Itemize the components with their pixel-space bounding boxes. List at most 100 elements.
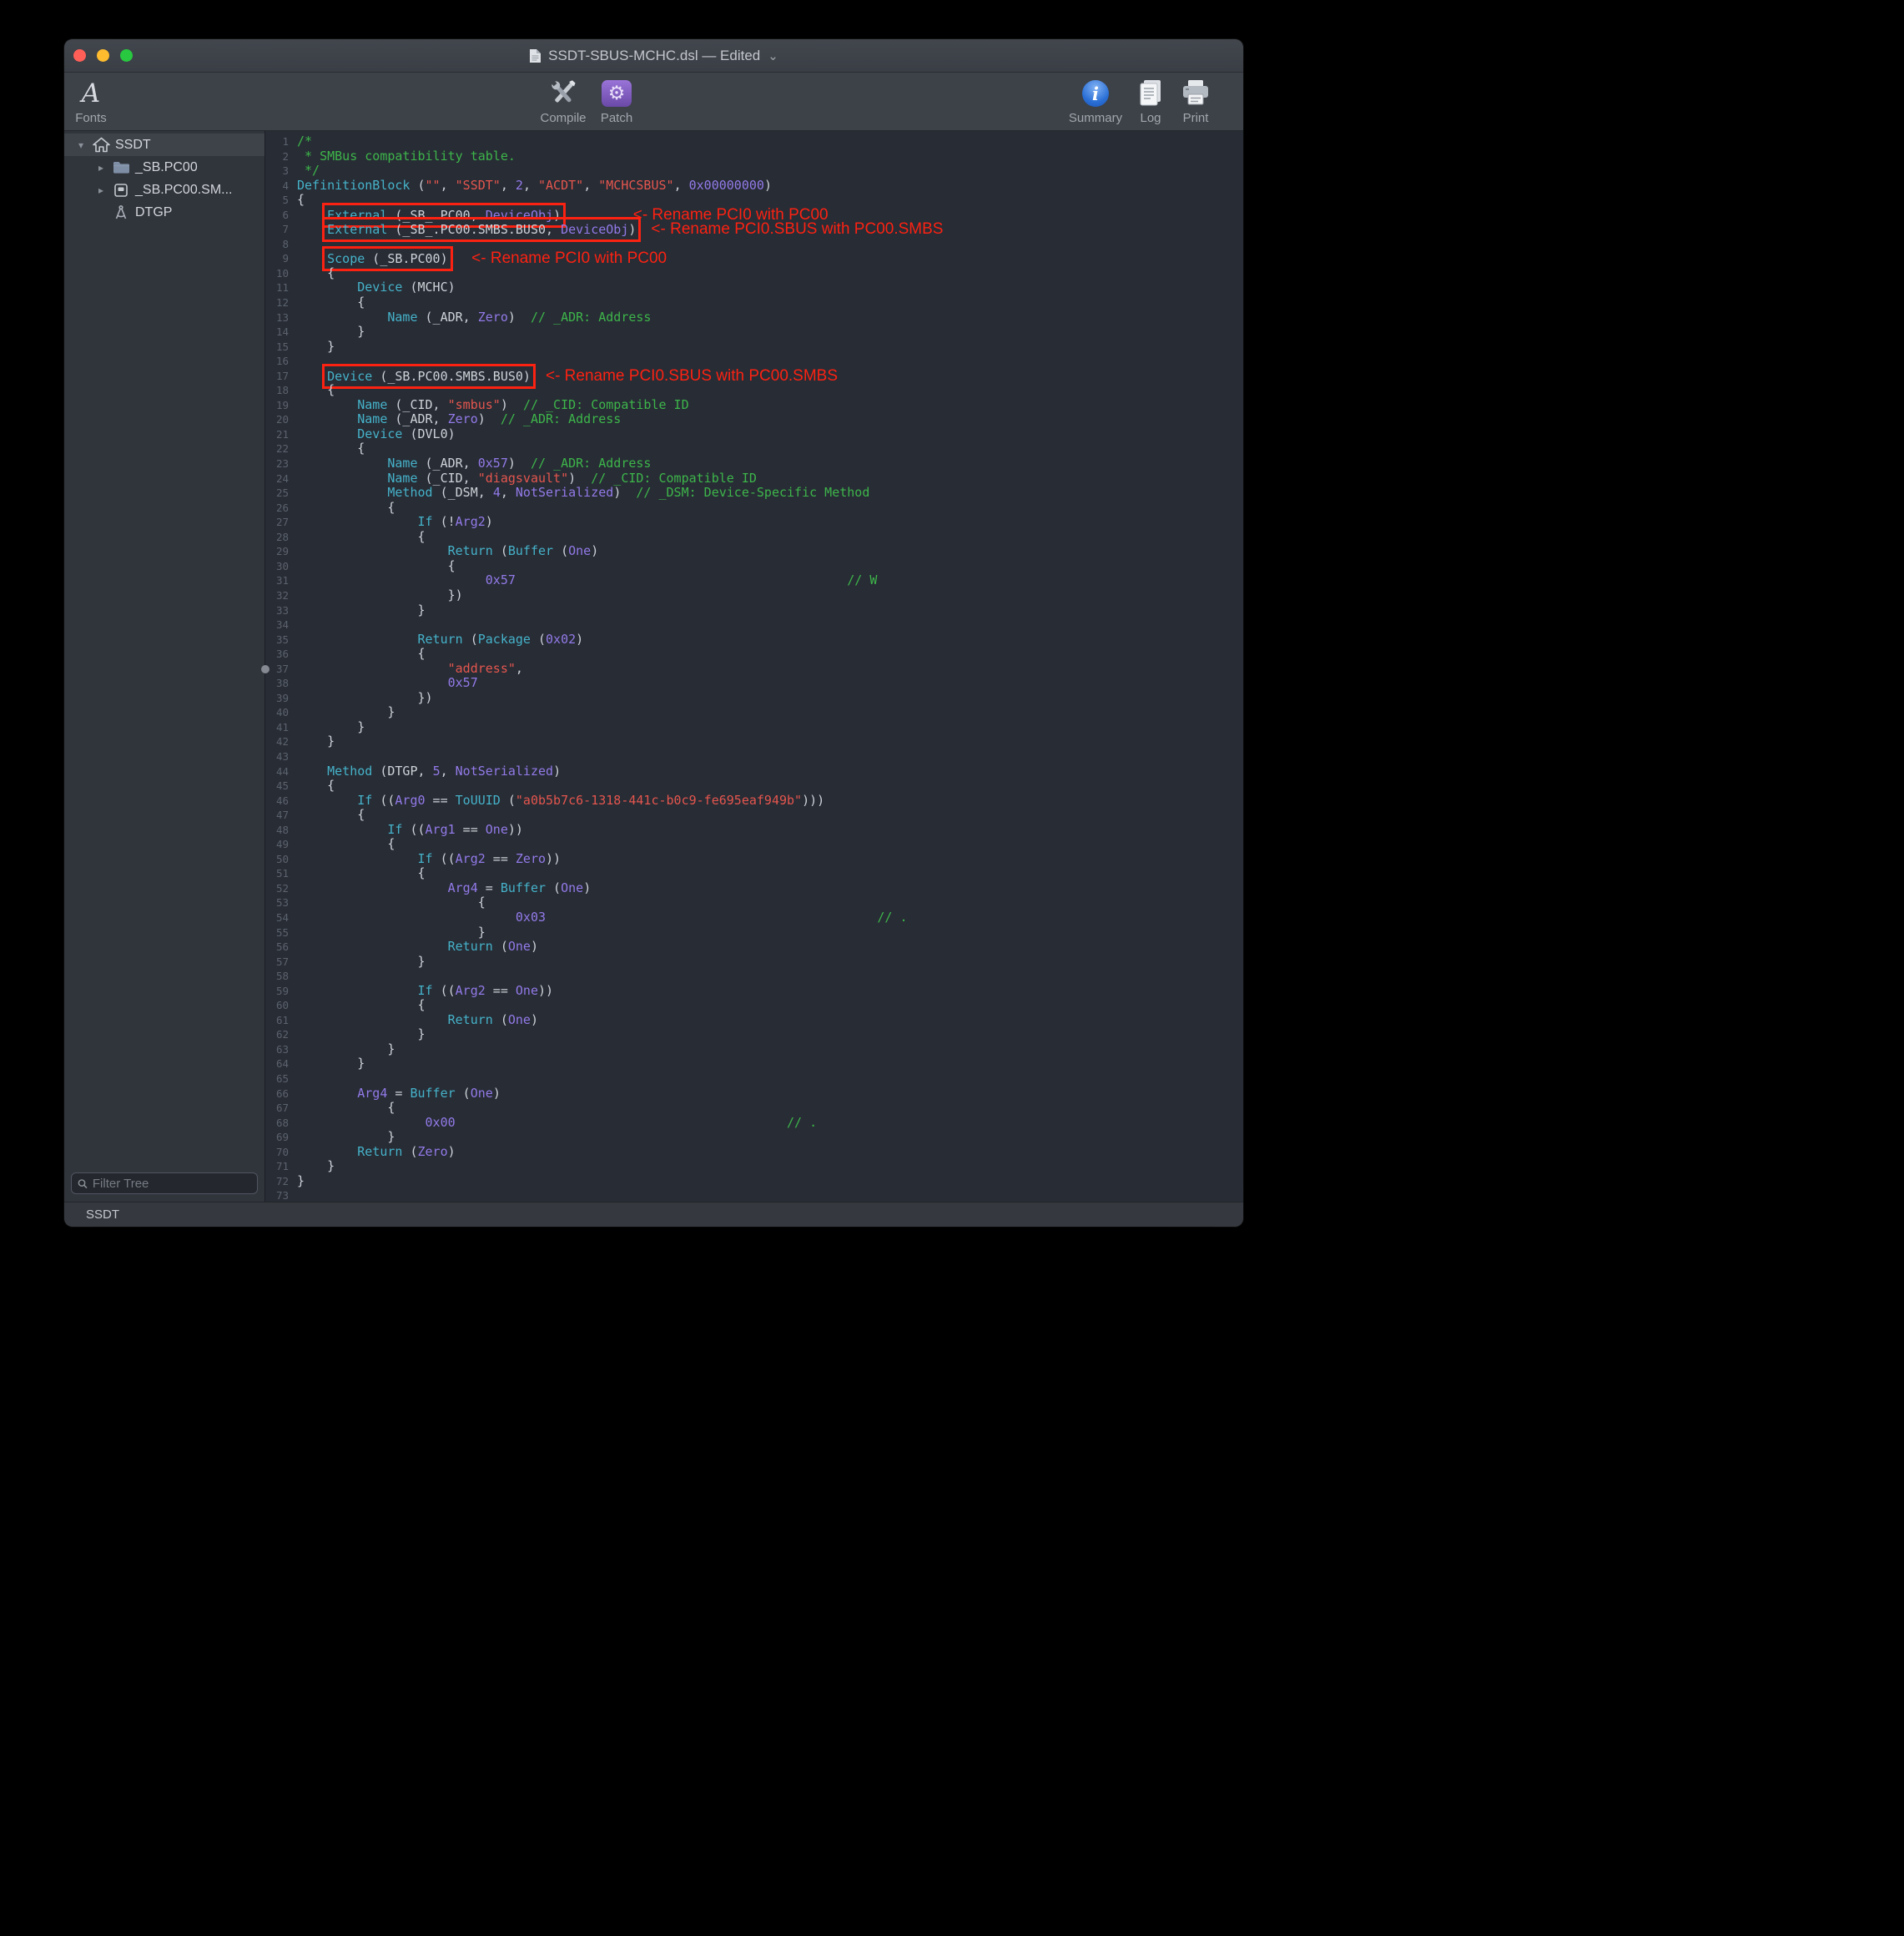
code-text: External (_SB_.PC00.SMBS.BUS0, DeviceObj… bbox=[289, 222, 943, 237]
code-line: 32 }) bbox=[265, 588, 1243, 603]
line-number: 5 bbox=[265, 193, 289, 208]
code-line: 48 If ((Arg1 == One)) bbox=[265, 823, 1243, 838]
line-number: 60 bbox=[265, 998, 289, 1013]
code-text: 0x57 // W bbox=[289, 573, 877, 588]
line-number: 20 bbox=[265, 412, 289, 427]
line-number: 48 bbox=[265, 823, 289, 838]
code-text: Arg4 = Buffer (One) bbox=[289, 881, 591, 896]
sidebar-item--sb-pc00[interactable]: ▸_SB.PC00 bbox=[64, 156, 264, 179]
line-number: 33 bbox=[265, 603, 289, 618]
code-text: Name (_ADR, 0x57) // _ADR: Address bbox=[289, 456, 651, 471]
log-label: Log bbox=[1140, 111, 1161, 125]
line-number: 15 bbox=[265, 340, 289, 355]
maciasl-window: SSDT-SBUS-MCHC.dsl — Edited ⌄ A Fonts bbox=[64, 39, 1243, 1227]
line-number: 47 bbox=[265, 808, 289, 823]
code-line: 57 } bbox=[265, 955, 1243, 970]
rename-highlight-box: External (_SB_.PC00.SMBS.BUS0, DeviceObj… bbox=[327, 222, 636, 237]
sidebar-item-dtgp[interactable]: DTGP bbox=[64, 201, 264, 224]
disclosure-triangle-icon[interactable]: ▸ bbox=[93, 184, 109, 196]
line-number: 11 bbox=[265, 280, 289, 295]
line-number: 56 bbox=[265, 940, 289, 955]
disclosure-triangle-icon[interactable]: ▾ bbox=[73, 139, 89, 151]
code-text bbox=[289, 1188, 297, 1202]
line-number: 54 bbox=[265, 910, 289, 925]
rename-annotation: <- Rename PCI0.SBUS with PC00.SMBS bbox=[546, 367, 838, 385]
line-number: 50 bbox=[265, 852, 289, 867]
code-line: 55 } bbox=[265, 925, 1243, 940]
line-number: 19 bbox=[265, 398, 289, 413]
code-text: 0x03 // . bbox=[289, 910, 908, 925]
line-number: 58 bbox=[265, 969, 289, 984]
code-line: 72} bbox=[265, 1174, 1243, 1189]
code-text: 0x57 bbox=[289, 676, 478, 691]
summary-button[interactable]: i Summary bbox=[1062, 77, 1129, 125]
line-number: 32 bbox=[265, 588, 289, 603]
line-number: 8 bbox=[265, 237, 289, 252]
patch-button[interactable]: ⚙ Patch bbox=[593, 77, 640, 125]
disclosure-triangle-icon[interactable]: ▸ bbox=[93, 162, 109, 174]
code-line: 27 If (!Arg2) bbox=[265, 515, 1243, 530]
code-text: } bbox=[289, 1130, 395, 1145]
code-text: { bbox=[289, 441, 365, 456]
compile-tools-icon bbox=[544, 77, 582, 110]
compile-button[interactable]: Compile bbox=[533, 77, 593, 125]
code-line: 60 { bbox=[265, 998, 1243, 1013]
code-text: { bbox=[289, 808, 365, 823]
line-number: 62 bbox=[265, 1027, 289, 1042]
line-number: 17 bbox=[265, 369, 289, 384]
code-text: Method (DTGP, 5, NotSerialized) bbox=[289, 764, 561, 779]
code-line: 50 If ((Arg2 == Zero)) bbox=[265, 852, 1243, 867]
line-number: 38 bbox=[265, 676, 289, 691]
code-line: 25 Method (_DSM, 4, NotSerialized) // _D… bbox=[265, 486, 1243, 501]
titlebar[interactable]: SSDT-SBUS-MCHC.dsl — Edited ⌄ bbox=[64, 39, 1243, 73]
code-line: 62 } bbox=[265, 1027, 1243, 1042]
code-line: 22 { bbox=[265, 441, 1243, 456]
log-button[interactable]: Log bbox=[1127, 77, 1174, 125]
code-line: 52 Arg4 = Buffer (One) bbox=[265, 881, 1243, 896]
code-text: } bbox=[289, 1174, 305, 1189]
code-text: * SMBus compatibility table. bbox=[289, 149, 516, 164]
code-text: Return (One) bbox=[289, 1013, 538, 1028]
filter-tree-input[interactable] bbox=[93, 1177, 251, 1191]
fonts-button[interactable]: A Fonts bbox=[69, 77, 113, 125]
line-number: 14 bbox=[265, 325, 289, 340]
folder-icon bbox=[109, 160, 133, 174]
code-text: { bbox=[289, 501, 395, 516]
code-editor[interactable]: 1/*2 * SMBus compatibility table.3 */4De… bbox=[265, 131, 1243, 1202]
code-text: { bbox=[289, 193, 305, 208]
code-text bbox=[289, 618, 297, 633]
code-line: 17 Device (_SB.PC00.SMBS.BUS0)<- Rename … bbox=[265, 369, 1243, 384]
sidebar-item-label: SSDT bbox=[115, 138, 151, 153]
code-text: } bbox=[289, 603, 426, 618]
line-number: 23 bbox=[265, 456, 289, 471]
code-line: 1/* bbox=[265, 134, 1243, 149]
line-number: 46 bbox=[265, 794, 289, 809]
status-path-label: SSDT bbox=[86, 1207, 119, 1222]
line-number: 51 bbox=[265, 866, 289, 881]
line-number: 69 bbox=[265, 1130, 289, 1145]
code-line: 73 bbox=[265, 1188, 1243, 1202]
code-text: */ bbox=[289, 164, 320, 179]
code-text: Device (_SB.PC00.SMBS.BUS0)<- Rename PCI… bbox=[289, 369, 838, 384]
code-line: 51 { bbox=[265, 866, 1243, 881]
filter-tree-field[interactable] bbox=[71, 1172, 258, 1194]
code-line: 69 } bbox=[265, 1130, 1243, 1145]
code-line: 35 Return (Package (0x02) bbox=[265, 633, 1243, 648]
code-text: { bbox=[289, 779, 335, 794]
code-line: 41 } bbox=[265, 720, 1243, 735]
sidebar-item-ssdt[interactable]: ▾ SSDT bbox=[64, 134, 264, 156]
code-line: 24 Name (_CID, "diagsvault") // _CID: Co… bbox=[265, 471, 1243, 487]
code-text: Device (DVL0) bbox=[289, 427, 456, 442]
code-text: { bbox=[289, 866, 426, 881]
code-line: 67 { bbox=[265, 1101, 1243, 1116]
code-text: } bbox=[289, 705, 395, 720]
code-line: 64 } bbox=[265, 1056, 1243, 1071]
print-button[interactable]: Print bbox=[1172, 77, 1219, 125]
document-icon bbox=[529, 48, 541, 63]
line-number: 36 bbox=[265, 647, 289, 662]
title-chevron-icon[interactable]: ⌄ bbox=[768, 48, 778, 63]
print-label: Print bbox=[1183, 111, 1209, 125]
code-line: 38 0x57 bbox=[265, 676, 1243, 691]
line-number: 7 bbox=[265, 222, 289, 237]
sidebar-item--sb-pc00-sm-[interactable]: ▸_SB.PC00.SM... bbox=[64, 179, 264, 201]
